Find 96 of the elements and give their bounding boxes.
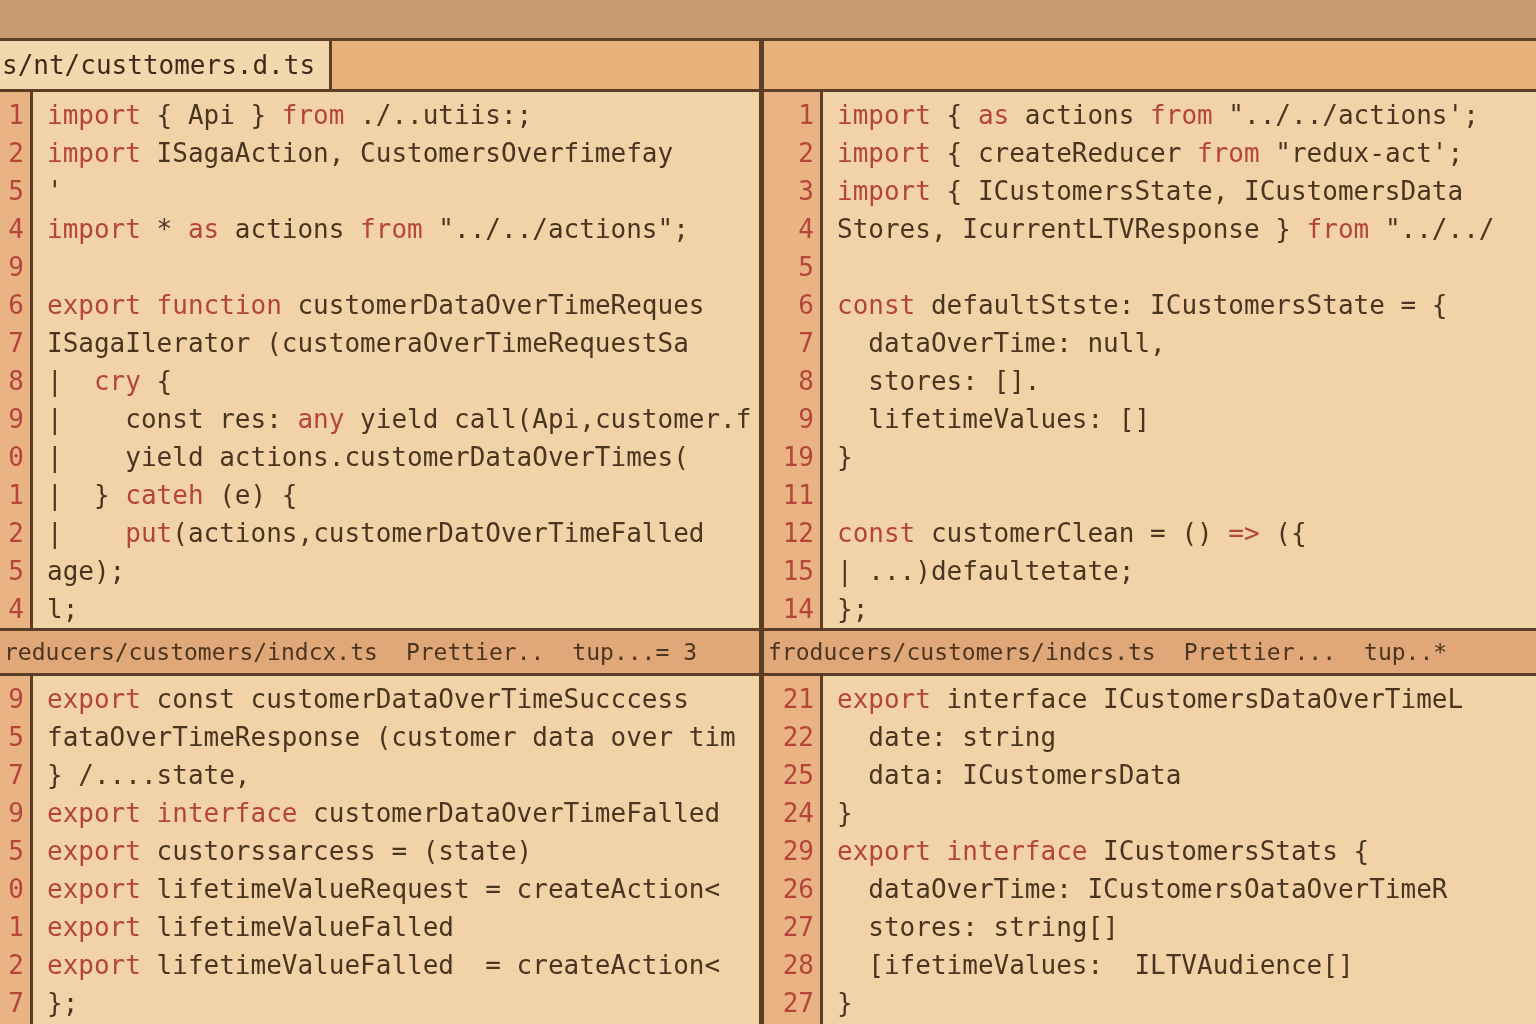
line-number: 2: [797, 137, 815, 170]
code-line: Stores, IcurrentLTVResponse } from "../../: [837, 214, 1495, 244]
line-number: 7: [797, 327, 815, 360]
line-number: 1: [7, 479, 25, 512]
line-number: 5: [7, 721, 25, 754]
status-text: Prettier...: [1183, 639, 1337, 665]
line-number: 6: [7, 289, 25, 322]
code-line: date: string: [867, 722, 1057, 752]
status-text: tup...= 3: [572, 639, 697, 665]
code-line: import { Api } from ./..utiis:;: [47, 100, 533, 130]
code-line: import { as actions from "../../actions';: [837, 100, 1479, 130]
code-line: ': [47, 176, 63, 206]
line-number: 7: [7, 327, 25, 360]
code-line: stores: [].: [867, 366, 1041, 396]
code-line: export lifetimeValueFalled: [47, 912, 454, 942]
status-text: froducers/customers/indcs.ts: [768, 639, 1156, 665]
line-number: 5: [7, 175, 25, 208]
line-number: 21: [781, 683, 815, 716]
line-number: 1: [7, 99, 25, 132]
code-line: export interface ICustomersStats {: [837, 836, 1370, 866]
code-line: export interface ICustomersDataOverTimeL: [837, 684, 1464, 714]
code-line: export const customerDataOverTimeSucccess: [47, 684, 689, 714]
line-number: 11: [781, 479, 815, 512]
line-number: 0: [7, 441, 25, 474]
line-number: 5: [7, 835, 25, 868]
line-number: 26: [781, 873, 815, 906]
code-line: data: ICustomersData: [867, 760, 1182, 790]
line-number: 9: [7, 683, 25, 716]
line-number: 27: [781, 911, 815, 944]
code-line: };: [47, 988, 79, 1018]
file-tab[interactable]: s/nt/custtomers.d.ts: [0, 41, 333, 89]
code-line: export custorssarcess = (state): [47, 836, 533, 866]
code-line: import { createReducer from "redux-act';: [837, 138, 1464, 168]
line-number: 9: [7, 403, 25, 436]
code-line: import ISagaAction, CustomersOverfimefay: [47, 138, 674, 168]
code-line: | ...)defaultetate;: [837, 556, 1135, 586]
code-line: stores: string[]: [867, 912, 1119, 942]
line-number: 2: [7, 517, 25, 550]
line-number: 7: [7, 759, 25, 792]
line-number: 7: [7, 987, 25, 1020]
line-number: 4: [7, 213, 25, 246]
line-number: 24: [781, 797, 815, 830]
line-number: 15: [781, 555, 815, 588]
code-line: dataOverTime: null,: [867, 328, 1166, 358]
code-line: [ifetimeValues: ILTVAudience[]: [867, 950, 1354, 980]
line-number: 29: [781, 835, 815, 868]
line-number: 1: [797, 99, 815, 132]
code-line: | yield actions.customerDataOverTimes(: [47, 442, 689, 472]
line-number: 28: [781, 949, 815, 982]
code-line: } /....state,: [47, 760, 251, 790]
code-line: }: [837, 442, 853, 472]
status-text: tup..*: [1364, 639, 1448, 665]
line-number: 0: [7, 873, 25, 906]
line-number: 8: [7, 365, 25, 398]
line-number: 5: [7, 555, 25, 588]
code-line: export lifetimeValueRequest = createAction<: [47, 874, 721, 904]
line-number: 4: [7, 593, 25, 626]
line-number: 2: [7, 949, 25, 982]
code-line: | put(actions,customerDatOverTimeFalled: [47, 518, 705, 548]
code-line: import * as actions from "../../actions";: [47, 214, 689, 244]
code-line: l;: [47, 594, 79, 624]
code-line: dataOverTime: ICustomersOataOverTimeR: [867, 874, 1448, 904]
code-line: | const res: any yield call(Api,customer.f: [47, 404, 752, 434]
code-line: };: [837, 594, 869, 624]
code-line: }: [837, 988, 853, 1018]
code-line: | } cateh (e) {: [47, 480, 298, 510]
code-line: ISagaIlerator (customeraOverTimeRequestSa: [47, 328, 689, 358]
line-number: 19: [781, 441, 815, 474]
line-number: 22: [781, 721, 815, 754]
status-text: Prettier..: [405, 639, 545, 665]
code-line: export lifetimeValueFalled = createAction<: [47, 950, 721, 980]
code-line: | cry {: [47, 366, 173, 396]
status-text: reducers/customers/indcx.ts: [4, 639, 378, 665]
line-number: 25: [781, 759, 815, 792]
code-line: export function customerDataOverTimeReques: [47, 290, 705, 320]
line-number: 9: [797, 403, 815, 436]
line-number: 14: [781, 593, 815, 626]
code-line: lifetimeValues: []: [867, 404, 1151, 434]
code-line: import { ICustomersState, ICustomersData: [837, 176, 1464, 206]
line-number: 9: [7, 797, 25, 830]
code-line: age);: [47, 556, 126, 586]
code-line: }: [837, 798, 853, 828]
line-number: 6: [797, 289, 815, 322]
code-line: fataOverTimeResponse (customer data over tim: [47, 722, 736, 752]
line-number: 1: [7, 911, 25, 944]
code-line: export interface customerDataOverTimeFalled: [47, 798, 721, 828]
code-line: const defaultStste: ICustomersState = {: [837, 290, 1448, 320]
line-number: 9: [7, 251, 25, 284]
code-line: const customerClean = () => ({: [837, 518, 1307, 548]
line-number: 8: [797, 365, 815, 398]
line-number: 2: [7, 137, 25, 170]
line-number: 3: [797, 175, 815, 208]
line-number: 4: [797, 213, 815, 246]
line-number: 12: [781, 517, 815, 550]
line-number: 27: [781, 987, 815, 1020]
line-number: 5: [797, 251, 815, 284]
